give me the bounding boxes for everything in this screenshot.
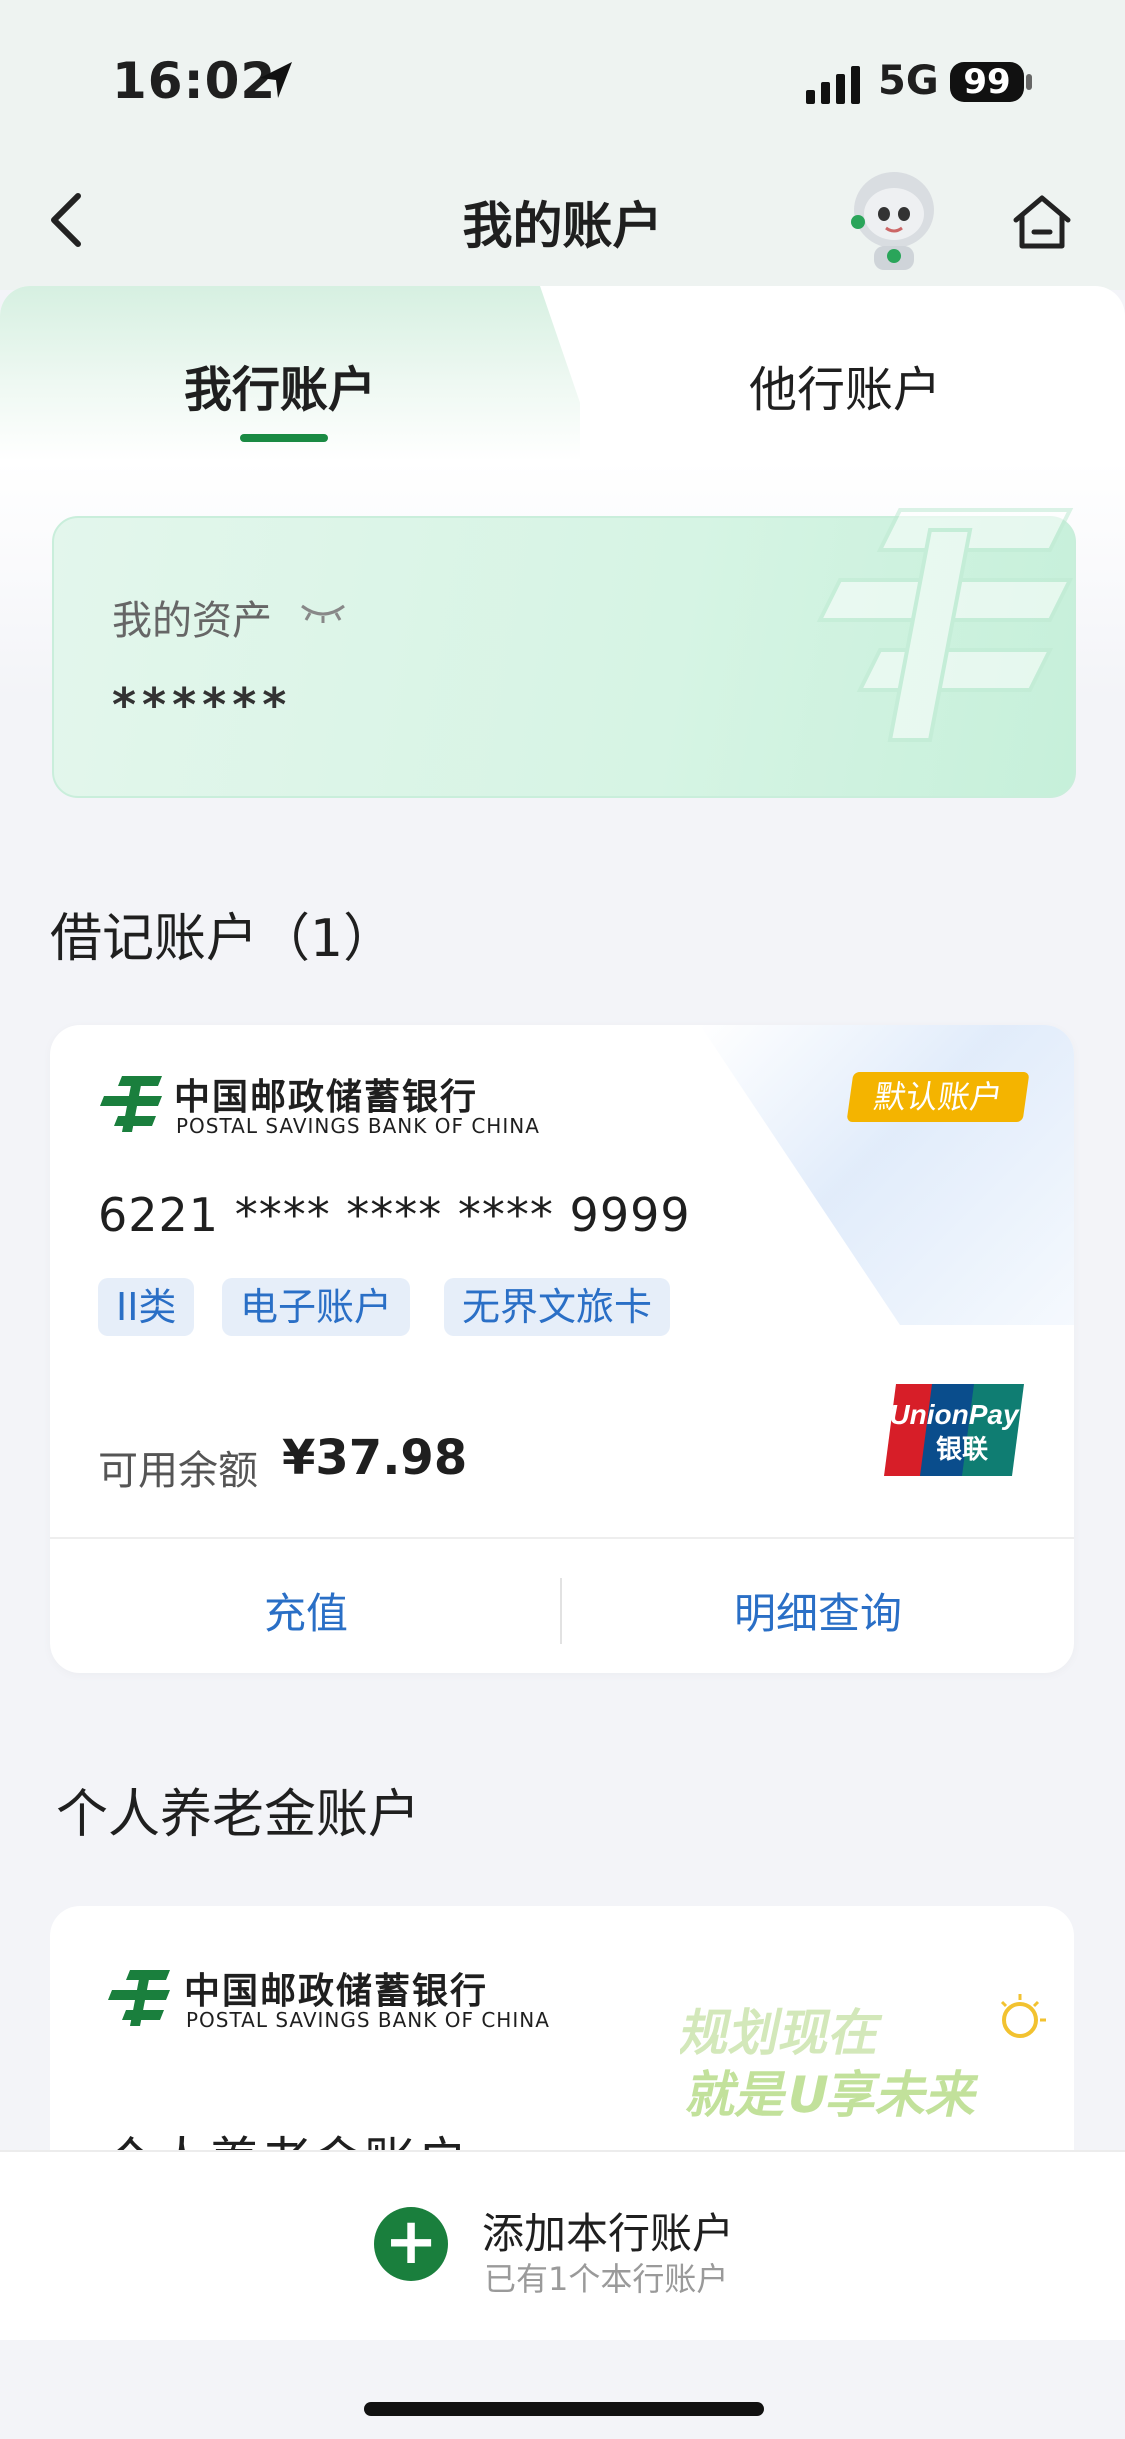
assets-value: ****** [112, 678, 293, 732]
add-account-plus-icon[interactable]: + [374, 2207, 448, 2281]
available-balance-value: ¥37.98 [282, 1430, 468, 1486]
psbc-logo-icon [108, 1970, 170, 2026]
card-number: 6221 **** **** **** 9999 [98, 1188, 691, 1242]
battery-icon: 99 [950, 62, 1024, 102]
add-account-title[interactable]: 添加本行账户 [482, 2200, 734, 2261]
svg-text:UnionPay: UnionPay [889, 1399, 1020, 1430]
tab-other-bank-accounts[interactable]: 他行账户 [565, 350, 1125, 420]
psbc-watermark-logo [816, 508, 1074, 742]
home-icon[interactable] [1010, 190, 1074, 254]
tag-travel-card: 无界文旅卡 [444, 1278, 671, 1336]
promo-line-1: 规划现在 [680, 2004, 887, 2062]
location-arrow-icon [260, 62, 292, 98]
debit-section-title: 借记账户（1） [50, 909, 396, 969]
bank-name-en: POSTAL SAVINGS BANK OF CHINA [176, 1114, 540, 1138]
account-tabs: 我行账户 他行账户 [0, 286, 1125, 461]
add-account-subtitle: 已有1个本行账户 [484, 2260, 729, 2298]
transaction-details-button[interactable]: 明细查询 [562, 1580, 1074, 1641]
default-account-badge: 默认账户 [846, 1072, 1030, 1122]
bank-name-cn: 中国邮政储蓄银行 [184, 1971, 489, 2012]
tag-class-ii: II类 [98, 1278, 195, 1336]
card-divider [50, 1537, 1074, 1539]
assets-label: 我的资产 [112, 598, 272, 644]
eye-closed-icon[interactable] [298, 598, 348, 624]
svg-text:银联: 银联 [936, 1435, 988, 1465]
tab-active-indicator [240, 434, 328, 442]
promo-line-2: 就是U享未来 [682, 2066, 985, 2124]
signal-icon [806, 66, 860, 104]
bank-name-en: POSTAL SAVINGS BANK OF CHINA [186, 2008, 550, 2032]
available-balance-label: 可用余额 [98, 1448, 258, 1494]
recharge-button[interactable]: 充值 [50, 1580, 562, 1641]
pension-section-title: 个人养老金账户 [56, 1785, 421, 1845]
unionpay-logo-icon: UnionPay 银联 [884, 1384, 1024, 1476]
bank-name-cn: 中国邮政储蓄银行 [174, 1077, 479, 1118]
home-indicator-area [0, 2340, 1125, 2439]
network-type: 5G [878, 58, 939, 104]
tab-own-bank-accounts[interactable]: 我行账户 [0, 350, 560, 420]
page-title: 我的账户 [462, 197, 663, 255]
psbc-logo-icon [100, 1076, 162, 1132]
home-indicator[interactable] [364, 2402, 764, 2416]
battery-tip [1026, 74, 1032, 90]
promo-slogan-graphic: 规划现在 就是U享未来 [680, 1994, 1046, 2124]
tag-electronic-account: 电子账户 [222, 1278, 411, 1336]
status-time: 16:02 [112, 52, 277, 110]
robot-assistant-icon[interactable] [846, 168, 942, 274]
